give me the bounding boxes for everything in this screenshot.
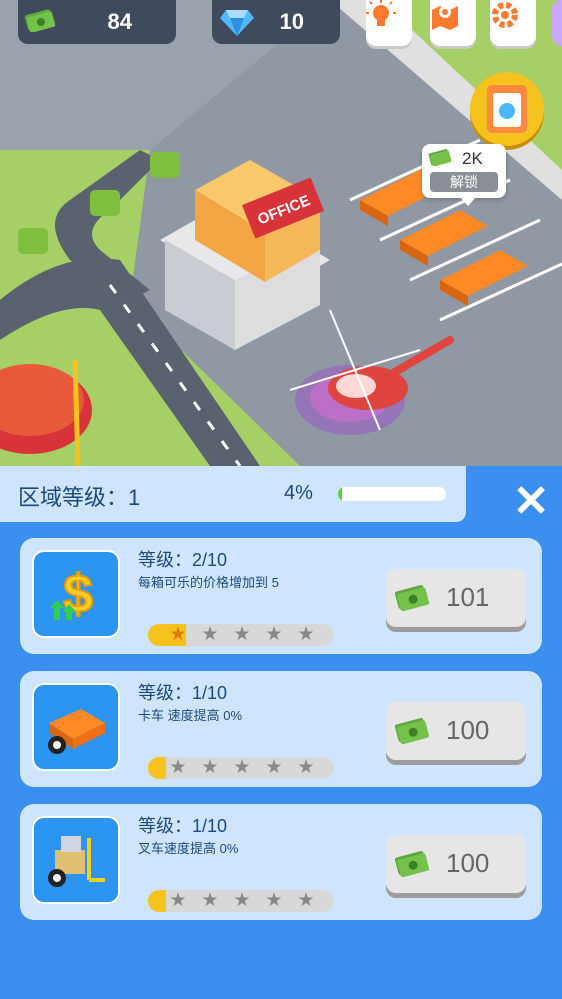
upgrade-card: 等级：1/10 卡车 速度提高 0% ★ ★ ★ ★ ★ 100 [20,671,542,787]
upgrade-card: $ 等级：2/10 每箱可乐的价格增加到 5 ★ ★ ★ ★ ★ 101 [20,538,542,654]
upgrade-price: 101 [446,582,490,612]
panel-header: 区域等级：1 4% [0,466,466,522]
wrench-gear-button[interactable] [490,0,536,46]
star-icon: ★ [201,890,219,911]
clipboard-icon [487,85,527,133]
upgrade-description: 卡车 速度提高 0% [138,708,243,723]
star-bar-fill [148,890,166,912]
star-icon: ★ [265,624,283,645]
star-icon: ★ [169,757,187,778]
star-icon: ★ [233,624,251,645]
unlock-button[interactable]: 解锁 [430,172,498,192]
area-level-title: 区域等级：1 [18,485,141,510]
star-icon: ★ [297,624,315,645]
star-icon: ★ [201,624,219,645]
star-icon: ★ [265,890,283,911]
upgrade-price: 100 [446,715,490,745]
area-progress-fill [338,487,343,501]
area-progress-bar [338,487,446,501]
upgrade-icon-frame [32,683,120,771]
upgrade-price: 100 [446,848,490,878]
buy-upgrade-button[interactable]: 101 [386,569,526,627]
upgrade-icon-frame [32,816,120,904]
unlock-price: 2K [462,149,483,168]
star-bar-fill [148,757,166,779]
cash-icon [394,716,430,749]
cash-icon [394,849,430,882]
star-icon: ★ [233,890,251,911]
area-progress-text: 4% [284,482,313,504]
upgrade-level: 等级：2/10 [138,550,228,570]
extra-menu-button[interactable] [552,0,562,46]
forklift-speed-icon [34,818,118,902]
upgrade-star-bar: ★ ★ ★ ★ ★ [148,890,334,912]
unlock-popup[interactable]: 2K 解锁 [422,144,506,206]
map-pin-button[interactable] [430,0,476,46]
game-scene[interactable]: OFFICE 84 10 2K 解锁 [0,0,562,466]
upgrade-card: 等级：1/10 叉车速度提高 0% ★ ★ ★ ★ ★ 100 [20,804,542,920]
gem-counter: 10 [212,0,340,44]
cash-counter: 84 [18,0,176,44]
star-icon: ★ [265,757,283,778]
buy-upgrade-button[interactable]: 100 [386,702,526,760]
upgrade-level: 等级：1/10 [138,683,228,703]
lightbulb-button[interactable] [366,0,412,46]
star-icon: ★ [297,757,315,778]
star-icon: ★ [201,757,219,778]
star-icon: ★ [297,890,315,911]
truck-speed-icon [34,685,118,769]
upgrade-icon-frame: $ [32,550,120,638]
star-icon: ★ [169,624,187,645]
upgrade-panel: 区域等级：1 4% ✕ $ 等级：2/10 每箱可乐的价格增加到 5 ★ ★ ★… [0,466,562,999]
upgrade-level: 等级：1/10 [138,816,228,836]
task-clipboard-button[interactable] [470,72,544,146]
gem-value: 10 [279,9,304,34]
upgrade-star-bar: ★ ★ ★ ★ ★ [148,757,334,779]
buy-upgrade-button[interactable]: 100 [386,835,526,893]
upgrade-description: 叉车速度提高 0% [138,841,239,856]
star-icon: ★ [169,890,187,911]
close-button[interactable]: ✕ [506,478,556,528]
scene-map: OFFICE [0,0,562,466]
cash-value: 84 [107,9,132,34]
upgrade-star-bar: ★ ★ ★ ★ ★ [148,624,334,646]
dollar-upgrade-icon: $ [34,552,118,636]
cash-icon [394,583,430,616]
popup-tail [460,197,476,206]
star-icon: ★ [233,757,251,778]
upgrade-description: 每箱可乐的价格增加到 5 [138,575,279,590]
